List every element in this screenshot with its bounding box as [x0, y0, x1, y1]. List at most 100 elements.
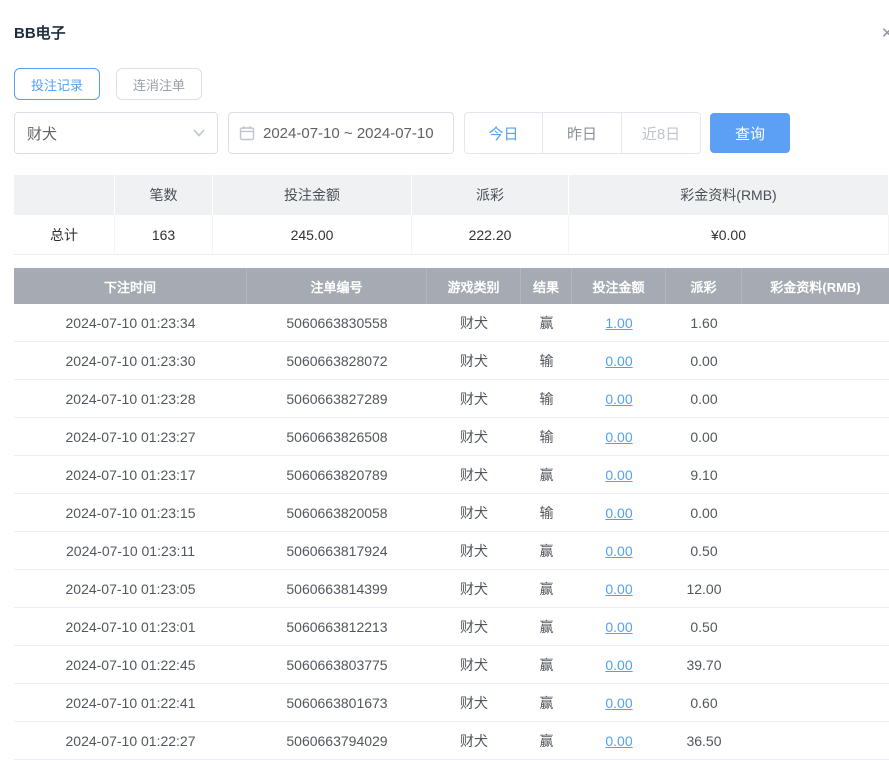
cell-order-number: 5060663817924 [247, 532, 427, 569]
cell-game-type: 财犬 [427, 684, 521, 721]
cell-result: 输 [521, 380, 572, 417]
cell-payout: 36.50 [666, 722, 742, 759]
bet-amount-link[interactable]: 0.00 [605, 391, 632, 407]
cell-game-type: 财犬 [427, 722, 521, 759]
tab-cancelled-orders[interactable]: 连消注单 [116, 68, 202, 100]
cell-bonus [742, 418, 889, 455]
table-row: 2024-07-10 01:23:155060663820058财犬输0.000… [14, 494, 889, 532]
bet-amount-link[interactable]: 0.00 [605, 695, 632, 711]
header-bet-amount: 投注金额 [572, 268, 666, 304]
cell-bet-amount: 0.00 [572, 494, 666, 531]
tab-label: 投注记录 [31, 75, 83, 94]
cell-bet-time: 2024-07-10 01:23:15 [14, 494, 247, 531]
cell-game-type: 财犬 [427, 456, 521, 493]
bet-amount-link[interactable]: 0.00 [605, 353, 632, 369]
cell-bet-time: 2024-07-10 01:23:17 [14, 456, 247, 493]
cell-bet-amount: 0.00 [572, 532, 666, 569]
cell-result: 赢 [521, 456, 572, 493]
cell-bet-amount: 0.00 [572, 722, 666, 759]
date-range-value: 2024-07-10 ~ 2024-07-10 [263, 125, 434, 142]
cell-bonus [742, 722, 889, 759]
cell-bet-amount: 0.00 [572, 380, 666, 417]
cell-payout: 12.00 [666, 570, 742, 607]
summary-header-blank [14, 175, 115, 215]
bet-amount-link[interactable]: 0.00 [605, 543, 632, 559]
cell-payout: 0.60 [666, 684, 742, 721]
cell-bet-time: 2024-07-10 01:22:27 [14, 722, 247, 759]
cell-bet-amount: 0.00 [572, 456, 666, 493]
close-icon[interactable]: ✕ [881, 24, 889, 42]
cell-bonus [742, 304, 889, 341]
cell-result: 输 [521, 342, 572, 379]
cell-payout: 1.60 [666, 304, 742, 341]
summary-header-payout: 派彩 [412, 175, 569, 215]
summary-header-bonus: 彩金资料(RMB) [569, 175, 889, 215]
table-row: 2024-07-10 01:23:015060663812213财犬赢0.000… [14, 608, 889, 646]
cell-game-type: 财犬 [427, 380, 521, 417]
quick-date-button-group: 今日 昨日 近8日 [464, 112, 701, 154]
cell-bonus [742, 608, 889, 645]
cell-payout: 0.50 [666, 608, 742, 645]
cell-bet-time: 2024-07-10 01:23:28 [14, 380, 247, 417]
bet-amount-link[interactable]: 0.00 [605, 467, 632, 483]
yesterday-button[interactable]: 昨日 [543, 112, 622, 154]
table-row: 2024-07-10 01:23:275060663826508财犬输0.000… [14, 418, 889, 456]
table-row: 2024-07-10 01:23:055060663814399财犬赢0.001… [14, 570, 889, 608]
cell-order-number: 5060663828072 [247, 342, 427, 379]
cell-result: 赢 [521, 722, 572, 759]
header-game-type: 游戏类别 [427, 268, 521, 304]
bet-amount-link[interactable]: 0.00 [605, 619, 632, 635]
bet-amount-link[interactable]: 0.00 [605, 657, 632, 673]
cell-result: 赢 [521, 570, 572, 607]
today-button[interactable]: 今日 [464, 112, 543, 154]
cell-bet-time: 2024-07-10 01:22:45 [14, 646, 247, 683]
cell-result: 输 [521, 418, 572, 455]
bet-amount-link[interactable]: 0.00 [605, 429, 632, 445]
cell-bet-amount: 0.00 [572, 684, 666, 721]
date-range-input[interactable]: 2024-07-10 ~ 2024-07-10 [228, 112, 454, 154]
cell-payout: 0.00 [666, 380, 742, 417]
cell-bet-time: 2024-07-10 01:23:34 [14, 304, 247, 341]
yesterday-button-label: 昨日 [567, 123, 597, 144]
cell-payout: 9.10 [666, 456, 742, 493]
cell-game-type: 财犬 [427, 608, 521, 645]
records-table-body: 2024-07-10 01:23:345060663830558财犬赢1.001… [14, 304, 889, 760]
cell-result: 赢 [521, 304, 572, 341]
cell-order-number: 5060663826508 [247, 418, 427, 455]
bet-amount-link[interactable]: 0.00 [605, 733, 632, 749]
today-button-label: 今日 [488, 123, 518, 144]
bet-amount-link[interactable]: 0.00 [605, 581, 632, 597]
page-header: BB电子 ✕ [14, 0, 889, 43]
summary-total-count: 163 [115, 215, 213, 255]
game-select-value: 财犬 [27, 123, 57, 144]
table-row: 2024-07-10 01:23:305060663828072财犬输0.000… [14, 342, 889, 380]
summary-header-row: 笔数 投注金额 派彩 彩金资料(RMB) [14, 175, 889, 215]
summary-header-bet-amount: 投注金额 [213, 175, 412, 215]
cell-result: 输 [521, 494, 572, 531]
cell-bonus [742, 570, 889, 607]
cell-bonus [742, 456, 889, 493]
cell-bonus [742, 380, 889, 417]
cell-payout: 0.00 [666, 418, 742, 455]
bet-amount-link[interactable]: 0.00 [605, 505, 632, 521]
cell-bet-time: 2024-07-10 01:23:27 [14, 418, 247, 455]
cell-order-number: 5060663827289 [247, 380, 427, 417]
tab-betting-records[interactable]: 投注记录 [14, 68, 100, 100]
table-row: 2024-07-10 01:22:275060663794029财犬赢0.003… [14, 722, 889, 760]
cell-bet-amount: 0.00 [572, 342, 666, 379]
records-table: 下注时间 注单编号 游戏类别 结果 投注金额 派彩 彩金资料(RMB) 2024… [14, 268, 889, 760]
cell-bet-amount: 0.00 [572, 646, 666, 683]
header-payout: 派彩 [666, 268, 742, 304]
cell-bet-time: 2024-07-10 01:23:01 [14, 608, 247, 645]
game-select[interactable]: 财犬 [14, 112, 218, 154]
header-bonus: 彩金资料(RMB) [742, 268, 889, 304]
last-8-days-button[interactable]: 近8日 [622, 112, 701, 154]
cell-bonus [742, 532, 889, 569]
records-table-header: 下注时间 注单编号 游戏类别 结果 投注金额 派彩 彩金资料(RMB) [14, 268, 889, 304]
search-button[interactable]: 查询 [710, 113, 790, 153]
cell-order-number: 5060663801673 [247, 684, 427, 721]
cell-payout: 0.00 [666, 342, 742, 379]
summary-table: 笔数 投注金额 派彩 彩金资料(RMB) 总计 163 245.00 222.2… [14, 175, 889, 255]
bet-amount-link[interactable]: 1.00 [605, 315, 632, 331]
cell-bet-time: 2024-07-10 01:23:11 [14, 532, 247, 569]
